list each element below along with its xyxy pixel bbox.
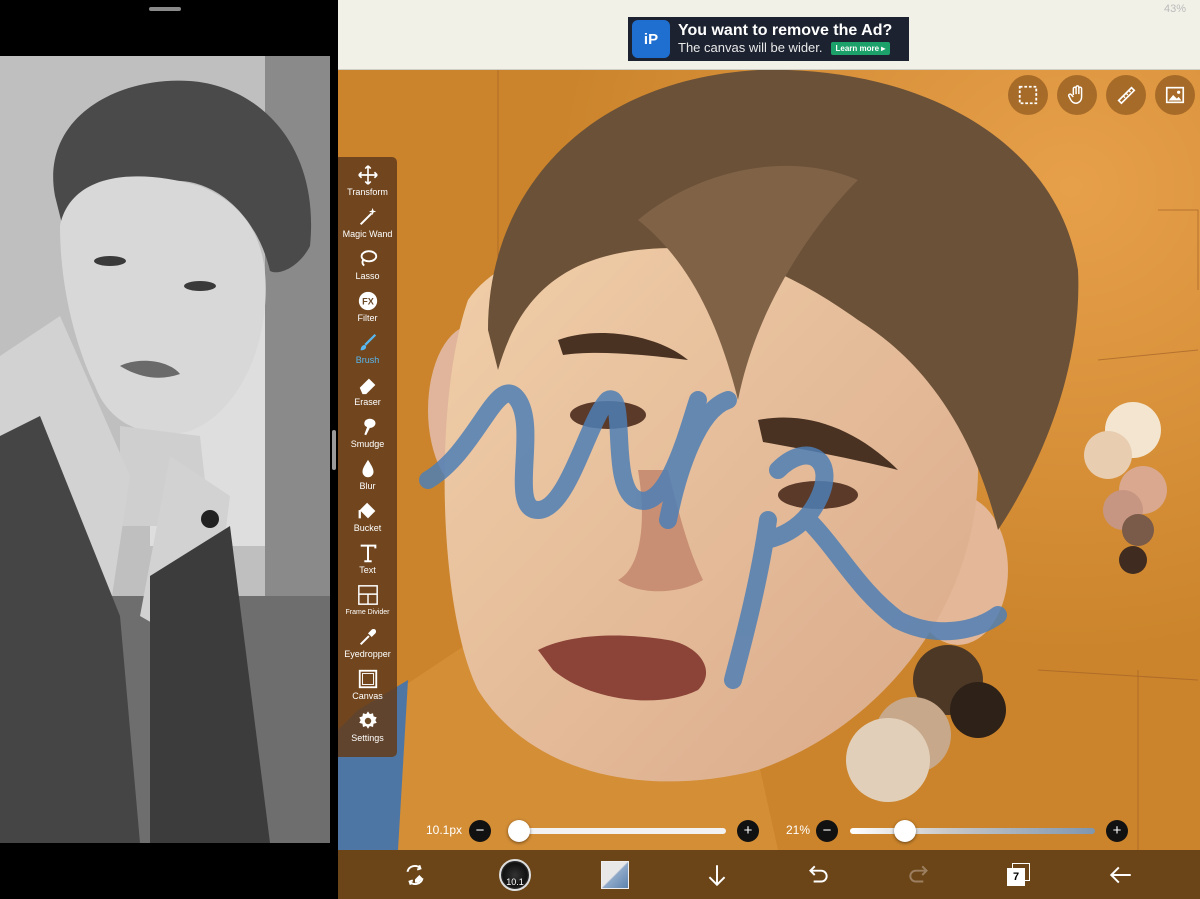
opacity-plus-button[interactable]: + xyxy=(1106,820,1128,842)
bottom-toolbar: 10.1 7 xyxy=(338,850,1200,899)
tool-smudge[interactable]: Smudge xyxy=(338,415,397,457)
tool-brush[interactable]: Brush xyxy=(338,331,397,373)
brush-size-slider[interactable] xyxy=(508,828,726,834)
brush-size-knob[interactable] xyxy=(508,820,530,842)
brush-size-value: 10.1px xyxy=(426,823,463,837)
tool-label: Smudge xyxy=(350,439,385,449)
tool-label: Eraser xyxy=(354,397,381,407)
tool-label: Blur xyxy=(359,481,376,491)
drawing-canvas[interactable] xyxy=(338,70,1200,850)
tool-settings[interactable]: Settings xyxy=(338,709,397,751)
brush-size-badge: 10.1 xyxy=(506,877,524,887)
opacity-value: 21% xyxy=(786,823,811,837)
tool-canvas[interactable]: Canvas xyxy=(338,667,397,709)
reference-portrait xyxy=(0,56,330,843)
canvas-artwork xyxy=(338,70,1200,850)
painting-app: iP You want to remove the Ad? The canvas… xyxy=(338,0,1200,899)
current-color-swatch xyxy=(601,861,629,889)
arrow-left-icon xyxy=(1109,866,1131,884)
layers-button[interactable]: 7 xyxy=(1002,858,1036,892)
ibispaint-logo: iP xyxy=(632,20,670,58)
hand-button[interactable] xyxy=(1057,75,1097,115)
opacity-knob[interactable] xyxy=(894,820,916,842)
tool-switch-button[interactable] xyxy=(398,858,432,892)
blur-icon xyxy=(356,457,380,481)
canvas-icon xyxy=(356,667,380,691)
frame-divider-icon xyxy=(356,583,380,607)
tool-filter[interactable]: FX Filter xyxy=(338,289,397,331)
eyedropper-icon xyxy=(356,625,380,649)
tool-label: Frame Divider xyxy=(345,609,390,616)
eraser-icon xyxy=(356,373,380,397)
tool-label: Filter xyxy=(357,313,378,323)
swap-tool-icon xyxy=(406,864,424,886)
tool-lasso[interactable]: Lasso xyxy=(338,247,397,289)
opacity-slider[interactable] xyxy=(850,828,1095,834)
reference-photo xyxy=(0,56,330,843)
tool-label: Settings xyxy=(351,733,384,743)
tool-frame-divider[interactable]: Frame Divider xyxy=(338,583,397,625)
ad-learn-more-button[interactable]: Learn more ▸ xyxy=(830,41,891,55)
brush-preview-button[interactable]: 10.1 xyxy=(498,858,532,892)
redo-button[interactable] xyxy=(902,858,936,892)
tool-eyedropper[interactable]: Eyedropper xyxy=(338,625,397,667)
redo-icon xyxy=(909,865,928,883)
ruler-icon xyxy=(1117,86,1136,105)
bucket-icon xyxy=(356,499,380,523)
back-button[interactable] xyxy=(1104,858,1138,892)
opacity-minus-button[interactable]: − xyxy=(816,820,838,842)
tool-label: Brush xyxy=(355,355,380,365)
selection-button[interactable] xyxy=(1008,75,1048,115)
brush-size-plus-button[interactable]: + xyxy=(737,820,759,842)
tool-magic-wand[interactable]: Magic Wand xyxy=(338,205,397,247)
undo-button[interactable] xyxy=(801,858,835,892)
selection-icon xyxy=(1018,85,1038,105)
tool-transform[interactable]: Transform xyxy=(338,163,397,205)
tool-label: Canvas xyxy=(352,691,383,701)
battery-status: 43% xyxy=(1163,3,1186,15)
brush-icon xyxy=(356,331,380,355)
image-icon xyxy=(1165,86,1185,104)
tool-label: Lasso xyxy=(355,271,380,281)
reference-image-button[interactable] xyxy=(1155,75,1195,115)
tool-label: Magic Wand xyxy=(342,229,393,239)
arrow-down-icon xyxy=(708,865,726,887)
lasso-icon xyxy=(356,247,380,271)
layers-icon: 7 xyxy=(1007,863,1031,887)
gear-icon xyxy=(356,709,380,733)
svg-text:FX: FX xyxy=(362,297,375,307)
download-button[interactable] xyxy=(700,858,734,892)
tool-text[interactable]: Text xyxy=(338,541,397,583)
ad-subtitle-row: The canvas will be wider. Learn more ▸ xyxy=(678,40,892,56)
pane-handle[interactable] xyxy=(149,7,181,11)
ad-title: You want to remove the Ad? xyxy=(678,22,893,39)
color-button[interactable] xyxy=(598,858,632,892)
transform-icon xyxy=(356,163,380,187)
ad-subtitle: The canvas will be wider. xyxy=(678,40,823,55)
tool-blur[interactable]: Blur xyxy=(338,457,397,499)
tool-eraser[interactable]: Eraser xyxy=(338,373,397,415)
ad-banner[interactable]: iP You want to remove the Ad? The canvas… xyxy=(628,17,909,61)
ad-text: You want to remove the Ad? The canvas wi… xyxy=(678,22,892,56)
ad-bar: iP You want to remove the Ad? The canvas… xyxy=(338,0,1200,70)
brush-preview: 10.1 xyxy=(499,859,531,891)
text-icon xyxy=(356,541,380,565)
tool-label: Transform xyxy=(347,187,388,197)
smudge-icon xyxy=(356,415,380,439)
hand-icon xyxy=(1068,85,1083,104)
tool-label: Text xyxy=(359,565,376,575)
tool-bucket[interactable]: Bucket xyxy=(338,499,397,541)
filter-icon: FX xyxy=(356,289,380,313)
tool-sidebar: Transform Magic Wand Lasso FX Filter Bru… xyxy=(338,157,397,757)
split-view-grip[interactable] xyxy=(332,430,336,470)
ruler-button[interactable] xyxy=(1106,75,1146,115)
tool-label: Bucket xyxy=(353,523,382,533)
tool-label: Eyedropper xyxy=(344,649,391,659)
reference-photo-pane xyxy=(0,0,332,899)
magic-wand-icon xyxy=(356,205,380,229)
undo-icon xyxy=(809,865,828,883)
layers-count: 7 xyxy=(1007,868,1025,886)
brush-size-minus-button[interactable]: − xyxy=(469,820,491,842)
